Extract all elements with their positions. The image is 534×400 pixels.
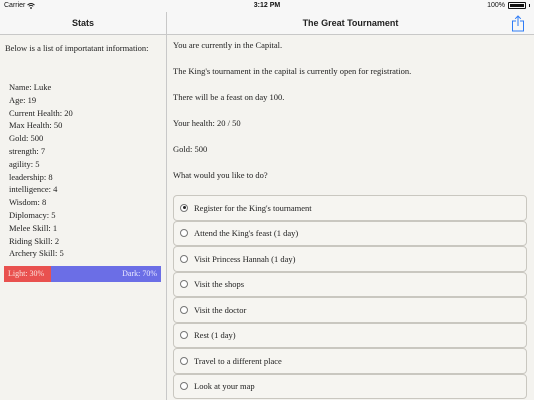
radio-icon[interactable]: [180, 280, 188, 289]
option-label: Look at your map: [194, 381, 255, 392]
option-travel[interactable]: Travel to a different place: [173, 348, 527, 374]
main-panel: You are currently in the Capital. The Ki…: [168, 35, 534, 400]
option-visit-princess[interactable]: Visit Princess Hannah (1 day): [173, 246, 527, 272]
stats-title: Stats: [0, 12, 167, 35]
option-label: Visit Princess Hannah (1 day): [194, 253, 296, 264]
dark-label: Dark: 70%: [122, 269, 157, 278]
option-register-tournament[interactable]: Register for the King's tournament: [173, 195, 527, 221]
option-label: Rest (1 day): [194, 330, 236, 341]
stats-intro: Below is a list of importatant informati…: [5, 43, 149, 53]
stat-age: Age: 19: [9, 94, 37, 105]
stat-wisdom: Wisdom: 8: [9, 197, 47, 208]
option-rest[interactable]: Rest (1 day): [173, 322, 527, 348]
stats-list: Name: Luke Age: 19 Current Health: 20 Ma…: [9, 81, 73, 260]
location-message: You are currently in the Capital.: [173, 40, 283, 50]
alignment-bar: Light: 30% Dark: 70%: [4, 266, 161, 282]
battery-tip: [529, 4, 530, 7]
option-label: Visit the doctor: [194, 304, 247, 315]
stat-intelligence: intelligence: 4: [9, 184, 58, 195]
radio-icon[interactable]: [180, 331, 188, 340]
radio-icon[interactable]: [180, 229, 188, 238]
option-look-map[interactable]: Look at your map: [173, 373, 527, 399]
action-options: Register for the King's tournament Atten…: [173, 195, 527, 399]
tournament-message: The King's tournament in the capital is …: [173, 66, 412, 76]
radio-icon[interactable]: [180, 356, 188, 365]
battery-icon: [508, 2, 526, 9]
option-label: Travel to a different place: [194, 355, 282, 366]
clock: 3:12 PM: [253, 2, 281, 9]
stat-riding-skill: Riding Skill: 2: [9, 235, 60, 246]
navigation-bar: Stats The Great Tournament: [0, 12, 534, 35]
radio-icon[interactable]: [180, 254, 188, 263]
stat-gold: Gold: 500: [9, 133, 44, 144]
stat-current-health: Current Health: 20: [9, 107, 73, 118]
option-visit-shops[interactable]: Visit the shops: [173, 271, 527, 297]
option-attend-feast[interactable]: Attend the King's feast (1 day): [173, 220, 527, 246]
stat-leadership: leadership: 8: [9, 171, 53, 182]
share-icon[interactable]: [511, 15, 525, 32]
stat-strength: strength: 7: [9, 145, 46, 156]
feast-message: There will be a feast on day 100.: [173, 92, 285, 102]
stat-name: Name: Luke: [9, 82, 52, 92]
radio-icon[interactable]: [180, 305, 188, 314]
stat-archery-skill: Archery Skill: 5: [9, 248, 64, 259]
stat-agility: agility: 5: [9, 158, 40, 169]
status-bar: Carrier 3:12 PM 100%: [0, 0, 534, 12]
option-visit-doctor[interactable]: Visit the doctor: [173, 297, 527, 323]
page-title: The Great Tournament: [302, 18, 399, 28]
health-message: Your health: 20 / 50: [173, 118, 241, 128]
option-label: Register for the King's tournament: [194, 202, 312, 213]
stat-melee-skill: Melee Skill: 1: [9, 222, 58, 233]
gold-message: Gold: 500: [173, 144, 208, 154]
radio-selected-icon[interactable]: [180, 203, 188, 212]
option-label: Visit the shops: [194, 279, 245, 290]
stat-max-health: Max Health: 50: [9, 120, 63, 131]
battery-percent: 100%: [487, 2, 505, 9]
option-label: Attend the King's feast (1 day): [194, 228, 299, 239]
stat-diplomacy: Diplomacy: 5: [9, 209, 56, 220]
battery-indicator: 100%: [487, 2, 530, 9]
prompt-message: What would you like to do?: [173, 170, 268, 180]
stats-sidebar: Below is a list of importatant informati…: [0, 35, 167, 400]
radio-icon[interactable]: [180, 382, 188, 391]
light-label: Light: 30%: [8, 269, 45, 278]
